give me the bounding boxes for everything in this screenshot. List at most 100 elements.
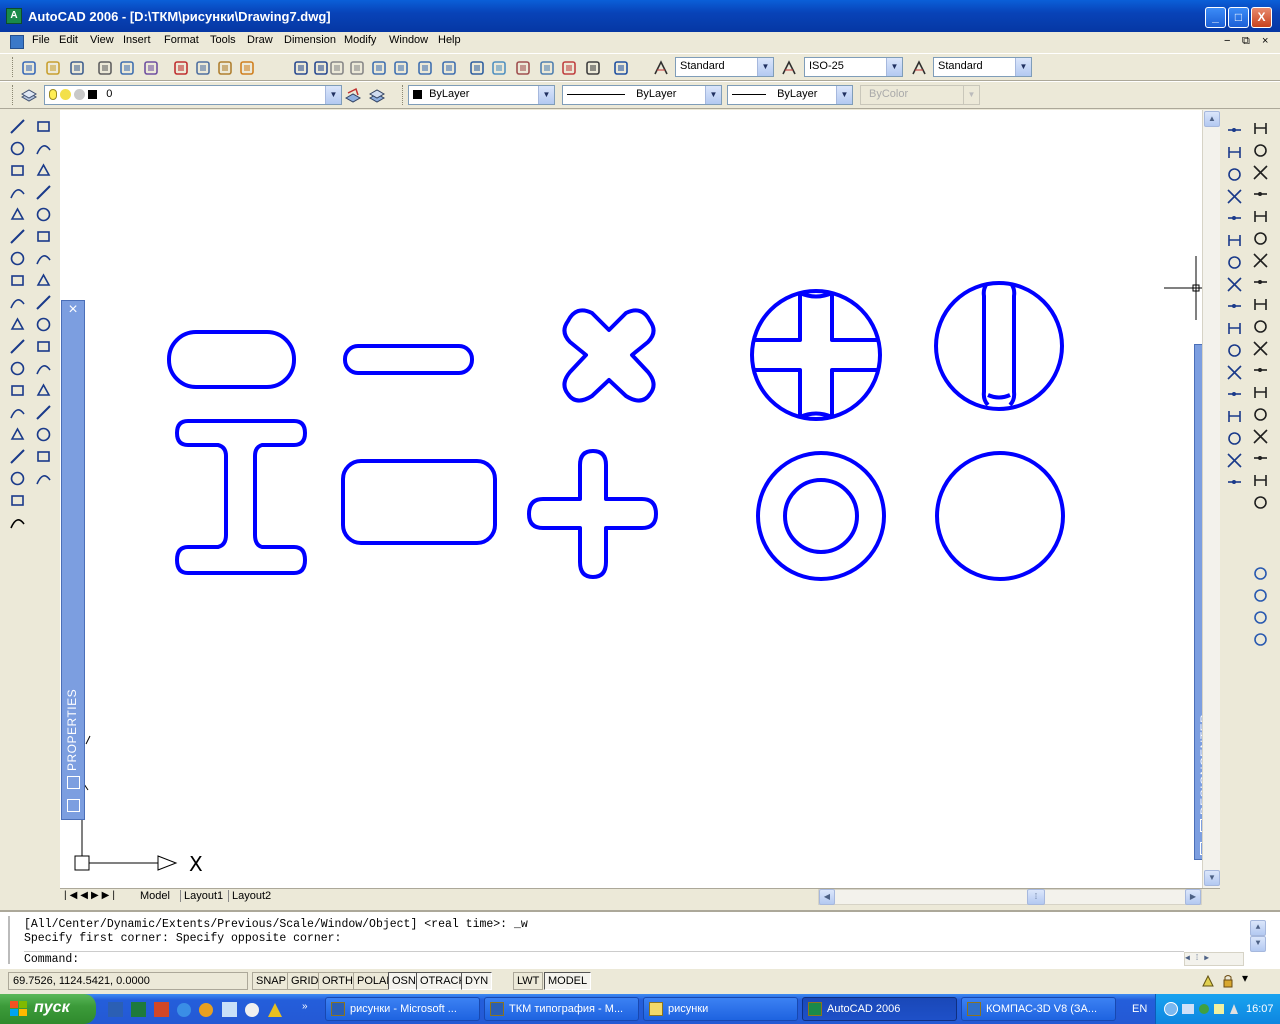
publish-icon[interactable] xyxy=(142,59,160,77)
join-icon[interactable] xyxy=(36,405,51,420)
snap-endpoint-icon[interactable] xyxy=(1228,168,1241,181)
taskbar-button[interactable]: рисунки - Microsoft ... xyxy=(325,997,480,1021)
copy-icon[interactable] xyxy=(194,59,212,77)
language-indicator[interactable]: EN xyxy=(1132,1003,1147,1015)
dim-arc-length-icon[interactable] xyxy=(1253,165,1268,180)
plot-icon[interactable] xyxy=(96,59,114,77)
region-icon[interactable] xyxy=(10,471,25,486)
polyline-icon[interactable] xyxy=(11,165,24,176)
chevron-down-icon[interactable]: ▼ xyxy=(538,86,554,104)
table-style-select[interactable]: Standard ▼ xyxy=(933,57,1032,77)
chamfer-icon[interactable] xyxy=(36,427,51,442)
status-toggle-lwt[interactable]: LWT xyxy=(513,972,544,990)
zoom-window-icon[interactable] xyxy=(416,59,434,77)
snap-insert-icon[interactable] xyxy=(1228,392,1241,396)
snap-intersection-icon[interactable] xyxy=(1228,216,1241,220)
tolerance-icon[interactable] xyxy=(1254,387,1267,398)
menu-draw[interactable]: Draw xyxy=(247,34,273,46)
table-icon[interactable] xyxy=(11,495,24,506)
snap-node-icon[interactable] xyxy=(1228,411,1241,422)
snap-from-icon[interactable] xyxy=(1228,147,1241,158)
dim-style-icon[interactable] xyxy=(1254,496,1267,509)
vertical-scrollbar[interactable]: ▲ ▼ xyxy=(1202,110,1220,888)
tool-palettes-icon[interactable] xyxy=(514,59,532,77)
qnew-icon[interactable] xyxy=(20,59,38,77)
paste-icon[interactable] xyxy=(216,59,234,77)
scale-icon[interactable] xyxy=(36,273,51,286)
hatch-icon[interactable] xyxy=(10,427,25,440)
layer-previous-icon[interactable] xyxy=(368,87,386,105)
doc-close-button[interactable]: × xyxy=(1262,35,1268,47)
toolbar-grip[interactable] xyxy=(12,57,15,77)
undo-icon[interactable] xyxy=(292,59,310,77)
layer-manager-icon[interactable] xyxy=(20,87,38,105)
layer-select[interactable]: 0 ▼ xyxy=(44,85,342,105)
ellipse-icon[interactable] xyxy=(10,317,25,330)
minimize-button[interactable]: _ xyxy=(1205,7,1226,28)
copy-icon[interactable] xyxy=(36,145,51,155)
horizontal-scrollbar[interactable]: ◀ ⁞ ▶ xyxy=(818,889,1202,905)
snap-nearest-icon[interactable] xyxy=(1228,432,1241,445)
menu-format[interactable]: Format xyxy=(164,34,199,46)
toolbar-grip[interactable] xyxy=(402,85,405,105)
close-button[interactable]: X xyxy=(1251,7,1272,28)
mirror-icon[interactable] xyxy=(36,163,51,176)
menu-view[interactable]: View xyxy=(90,34,114,46)
gradient-icon[interactable] xyxy=(10,449,25,464)
redo-dropdown-icon[interactable] xyxy=(348,59,366,77)
doc-minimize-button[interactable]: − xyxy=(1224,35,1230,47)
send-under-icon[interactable] xyxy=(1254,633,1267,646)
tab-layout1[interactable]: Layout1 xyxy=(180,890,223,902)
start-button[interactable]: пуск xyxy=(0,994,96,1024)
trim-icon[interactable] xyxy=(36,317,51,332)
center-mark-icon[interactable] xyxy=(1254,408,1267,421)
snap-center-icon[interactable] xyxy=(1227,277,1242,292)
command-window[interactable]: [All/Center/Dynamic/Extents/Previous/Sca… xyxy=(0,910,1280,968)
status-toggle-model[interactable]: MODEL xyxy=(544,972,592,990)
redo-icon[interactable] xyxy=(328,59,346,77)
menu-window[interactable]: Window xyxy=(389,34,428,46)
quick-dimension-icon[interactable] xyxy=(1254,299,1267,310)
send-to-back-icon[interactable] xyxy=(1254,589,1267,602)
scroll-up-icon[interactable]: ▲ xyxy=(1250,920,1266,936)
command-hscrollbar[interactable]: ◀ ⁞ ▶ xyxy=(1184,952,1244,966)
command-prompt[interactable]: Command: xyxy=(24,951,1184,966)
osnap-settings-icon[interactable] xyxy=(1228,480,1241,484)
dim-edit-icon[interactable] xyxy=(1253,429,1268,444)
sheet-set-icon[interactable] xyxy=(538,59,556,77)
designcenter-icon[interactable] xyxy=(490,59,508,77)
dim-diameter-icon[interactable] xyxy=(1253,253,1268,268)
dim-continue-icon[interactable] xyxy=(1253,341,1268,356)
menu-dimension[interactable]: Dimension xyxy=(284,34,336,46)
tab-navigation-arrows[interactable]: |◀◀▶▶| xyxy=(64,890,118,901)
array-icon[interactable] xyxy=(36,207,51,222)
menu-insert[interactable]: Insert xyxy=(123,34,151,46)
taskbar-button[interactable]: AutoCAD 2006 xyxy=(802,997,957,1021)
scroll-left-icon[interactable]: ◀ xyxy=(819,889,835,905)
snap-tangent-icon[interactable] xyxy=(1228,323,1241,334)
zoom-realtime-icon[interactable] xyxy=(392,59,410,77)
markup-icon[interactable] xyxy=(560,59,578,77)
move-icon[interactable] xyxy=(37,231,50,242)
save-icon[interactable] xyxy=(68,59,86,77)
auto-hide-icon[interactable] xyxy=(67,776,80,789)
dim-linear-icon[interactable] xyxy=(1254,123,1267,134)
chevron-down-icon[interactable]: ▼ xyxy=(757,58,773,76)
properties-palette[interactable]: × PROPERTIES xyxy=(61,300,85,820)
maximize-button[interactable]: □ xyxy=(1228,7,1249,28)
menu-edit[interactable]: Edit xyxy=(59,34,78,46)
close-icon[interactable]: × xyxy=(62,301,84,321)
dim-radius-icon[interactable] xyxy=(1254,211,1267,222)
ellipse-arc-icon[interactable] xyxy=(10,339,25,354)
communication-center-icon[interactable] xyxy=(1200,973,1216,989)
scroll-thumb[interactable]: ⁞ xyxy=(1027,889,1045,905)
linetype-select[interactable]: ByLayer ▼ xyxy=(562,85,722,105)
drawing-area[interactable]: X xyxy=(60,110,1202,888)
line-icon[interactable] xyxy=(10,119,25,134)
chevron-down-icon[interactable]: ▼ xyxy=(1015,58,1031,76)
palette-menu-icon[interactable] xyxy=(67,799,80,812)
help-icon[interactable] xyxy=(612,59,630,77)
scroll-down-icon[interactable]: ▼ xyxy=(1204,870,1220,886)
construction-line-icon[interactable] xyxy=(10,141,25,156)
dim-style-icon[interactable] xyxy=(780,59,798,77)
